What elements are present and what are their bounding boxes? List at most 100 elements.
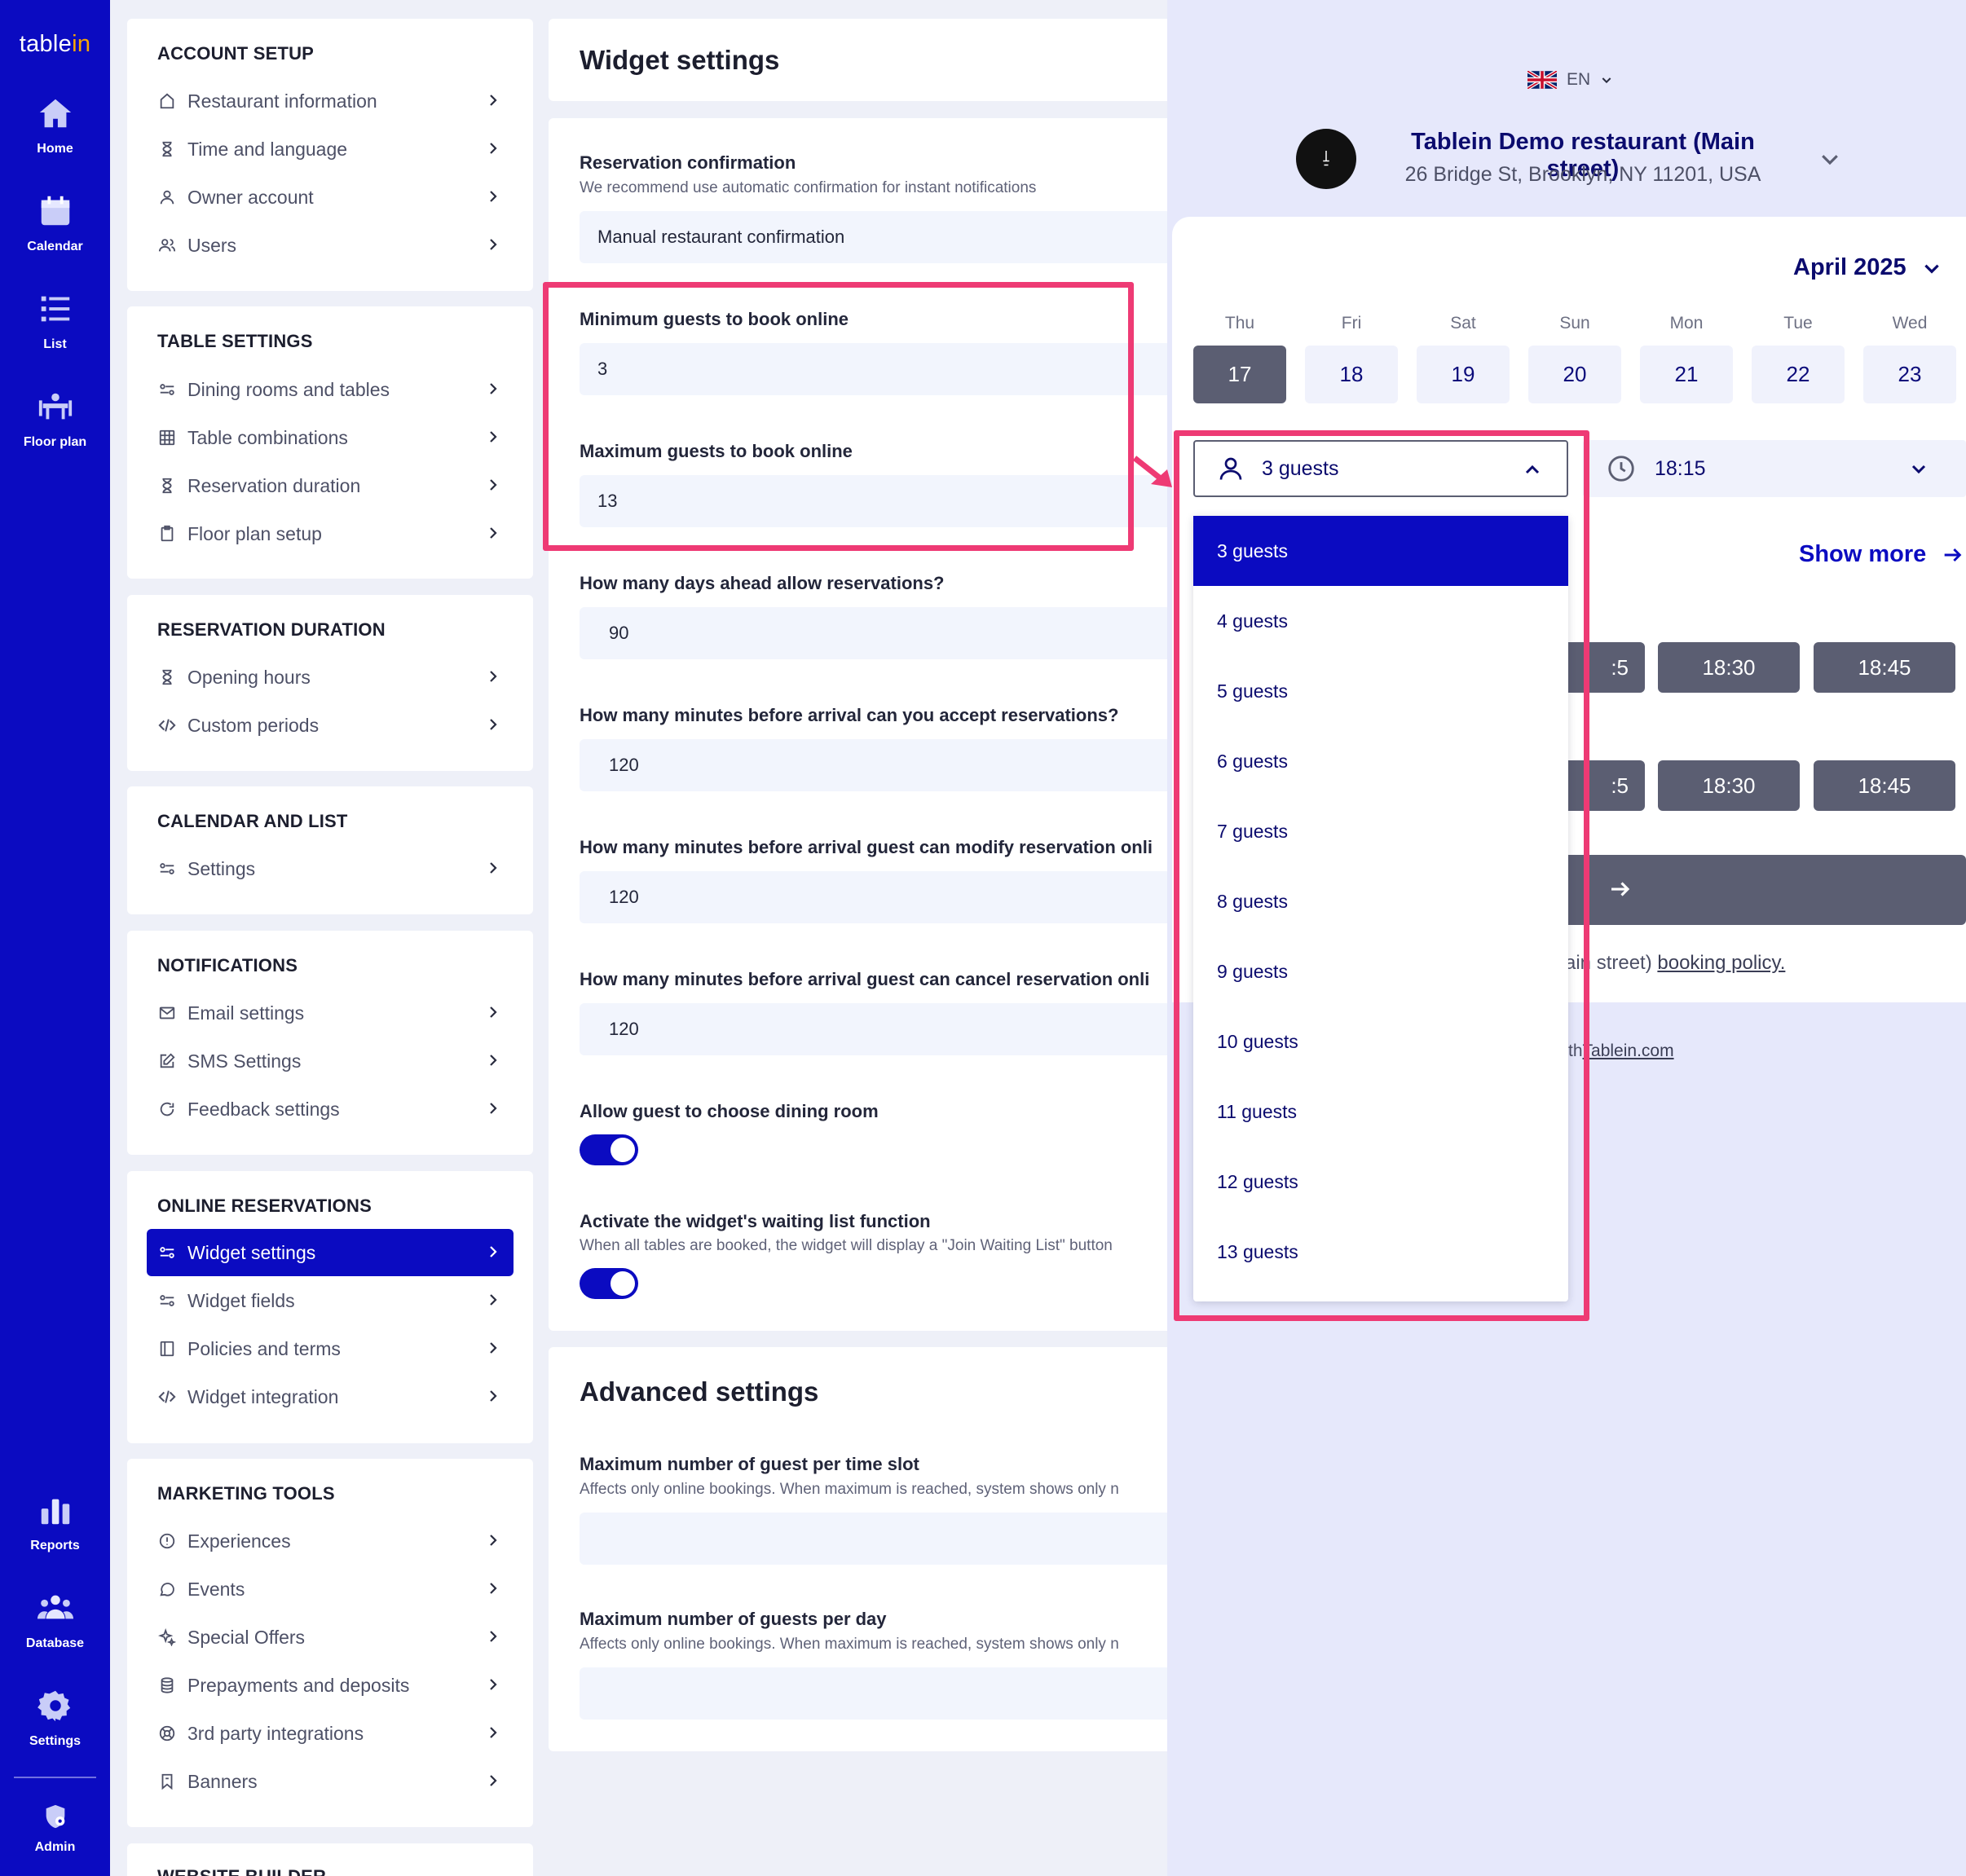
nav-reports[interactable]: Reports (0, 1491, 110, 1553)
nav-calendar[interactable]: Calendar (0, 192, 110, 254)
clock-icon (1608, 456, 1634, 482)
dining-room-toggle[interactable] (580, 1134, 638, 1165)
menu-item-email-settings[interactable]: Email settings (147, 989, 514, 1037)
day-button[interactable]: 22 (1752, 346, 1845, 403)
weekday-label: Tue (1783, 314, 1813, 332)
minutes-cancel-input[interactable]: 120 (580, 1003, 1176, 1055)
time-select[interactable]: 18:15 (1583, 440, 1966, 497)
chevron-right-icon (490, 1294, 497, 1306)
sliders-icon (160, 1247, 174, 1258)
reservation-confirmation-select[interactable]: Manual restaurant confirmation (580, 211, 1176, 263)
weekday-label: Wed (1892, 314, 1928, 332)
menu-item-sms-settings[interactable]: SMS Settings (147, 1037, 514, 1085)
max-per-day-input[interactable] (580, 1667, 1176, 1720)
menu-item-users[interactable]: Users (147, 222, 514, 269)
day-button[interactable]: 20 (1528, 346, 1621, 403)
menu-item-events[interactable]: Events (147, 1566, 514, 1613)
max-per-slot-input[interactable] (580, 1513, 1176, 1565)
minutes-modify-input[interactable]: 120 (580, 871, 1176, 923)
language-label: EN (1567, 70, 1591, 89)
admin-icon (46, 1804, 64, 1829)
arrow-right-icon (1944, 548, 1962, 561)
time-slot[interactable]: 18:45 (1814, 642, 1955, 693)
menu-item-special-offers[interactable]: Special Offers (147, 1614, 514, 1661)
menu-item-floor-plan-setup[interactable]: Floor plan setup (147, 510, 514, 557)
chevron-right-icon (490, 95, 497, 106)
nav-list[interactable]: List (0, 290, 110, 352)
time-slot[interactable]: 18:30 (1658, 760, 1800, 811)
hourglass-icon (162, 141, 172, 157)
menu-item-owner-account[interactable]: Owner account (147, 174, 514, 221)
time-slot[interactable]: 18:30 (1658, 642, 1800, 693)
sliders-icon (160, 863, 174, 874)
day-button[interactable]: 23 (1863, 346, 1956, 403)
restaurant-chevron-down-icon[interactable] (1818, 147, 1842, 171)
book-icon (160, 1341, 174, 1357)
section-title: RESERVATION DURATION (157, 619, 386, 640)
menu-card-reservation-duration: RESERVATION DURATION Opening hours Custo… (127, 595, 533, 771)
restaurant-logo (1296, 129, 1356, 189)
chevron-right-icon (490, 1342, 497, 1354)
menu-item-widget-settings[interactable]: Widget settings (147, 1229, 514, 1276)
day-button-selected[interactable]: 17 (1193, 346, 1286, 403)
menu-item-restaurant-information[interactable]: Restaurant information (147, 77, 514, 125)
day-button[interactable]: 21 (1640, 346, 1733, 403)
menu-item-custom-periods[interactable]: Custom periods (147, 702, 514, 749)
edit-icon (160, 1053, 175, 1068)
language-selector[interactable]: EN (1527, 70, 1613, 90)
chevron-right-icon (490, 527, 497, 539)
chevron-down-icon (1911, 465, 1926, 474)
highlight-arrow-icon (1133, 456, 1172, 487)
waiting-list-label: Activate the widget's waiting list funct… (580, 1211, 931, 1231)
max-per-slot-hint: Affects only online bookings. When maxim… (580, 1481, 1119, 1498)
show-more-link[interactable]: Show more (1799, 541, 1964, 568)
section-title: ACCOUNT SETUP (157, 43, 315, 64)
menu-item-reservation-duration[interactable]: Reservation duration (147, 462, 514, 509)
menu-item-banners[interactable]: Banners (147, 1758, 514, 1805)
nav-floor-plan[interactable]: Floor plan (0, 388, 110, 450)
tablein-logo[interactable]: tablein (0, 31, 110, 58)
max-per-day-label: Maximum number of guests per day (580, 1609, 887, 1629)
advanced-settings-card: Advanced settings Maximum number of gues… (549, 1347, 1176, 1751)
menu-item-3rd-party-integrations[interactable]: 3rd party integrations (147, 1710, 514, 1757)
waiting-list-toggle[interactable] (580, 1268, 638, 1299)
month-selector[interactable]: April 2025 (1793, 254, 1942, 281)
menu-card-notifications: NOTIFICATIONS Email settings SMS Setting… (127, 931, 533, 1155)
section-title: CALENDAR AND LIST (157, 811, 348, 831)
chevron-right-icon (490, 1535, 497, 1546)
menu-item-time-and-language[interactable]: Time and language (147, 126, 514, 173)
envelope-icon (159, 1006, 175, 1019)
day-button[interactable]: 19 (1417, 346, 1510, 403)
code-icon (158, 1390, 176, 1403)
nav-settings[interactable]: Settings (0, 1687, 110, 1749)
weekday-label: Mon (1669, 314, 1704, 332)
menu-item-opening-hours[interactable]: Opening hours (147, 654, 514, 701)
days-ahead-input[interactable]: 90 (580, 607, 1176, 659)
menu-item-widget-fields[interactable]: Widget fields (147, 1277, 514, 1324)
section-title: TABLE SETTINGS (157, 331, 313, 351)
weekday-label: Sun (1559, 314, 1590, 332)
menu-item-settings[interactable]: Settings (147, 845, 514, 892)
nav-database[interactable]: Database (0, 1589, 110, 1651)
menu-item-experiences[interactable]: Experiences (147, 1517, 514, 1565)
nav-home[interactable]: Home (0, 95, 110, 156)
day-button[interactable]: 18 (1305, 346, 1398, 403)
menu-item-widget-integration[interactable]: Widget integration (147, 1373, 514, 1420)
coins-icon (161, 1677, 174, 1693)
menu-item-feedback-settings[interactable]: Feedback settings (147, 1086, 514, 1133)
minutes-accept-input[interactable]: 120 (580, 739, 1176, 791)
advanced-settings-title: Advanced settings (580, 1376, 819, 1407)
time-slot[interactable]: 18:45 (1814, 760, 1955, 811)
booking-policy-link[interactable]: booking policy. (1657, 952, 1785, 974)
restaurant-logo-mark-icon (1323, 151, 1329, 166)
menu-item-dining-rooms-and-tables[interactable]: Dining rooms and tables (147, 366, 514, 413)
nav-admin[interactable]: Admin (0, 1803, 110, 1855)
menu-card-marketing-tools: MARKETING TOOLS Experiences Events Speci… (127, 1459, 533, 1827)
continue-button[interactable] (1531, 855, 1966, 925)
menu-item-table-combinations[interactable]: Table combinations (147, 414, 514, 461)
menu-item-policies-and-terms[interactable]: Policies and terms (147, 1325, 514, 1372)
table-grid-icon (159, 429, 175, 446)
menu-item-prepayments-and-deposits[interactable]: Prepayments and deposits (147, 1662, 514, 1709)
tablein-link[interactable]: Tablein.com (1583, 1041, 1674, 1060)
max-per-day-hint: Affects only online bookings. When maxim… (580, 1636, 1119, 1653)
